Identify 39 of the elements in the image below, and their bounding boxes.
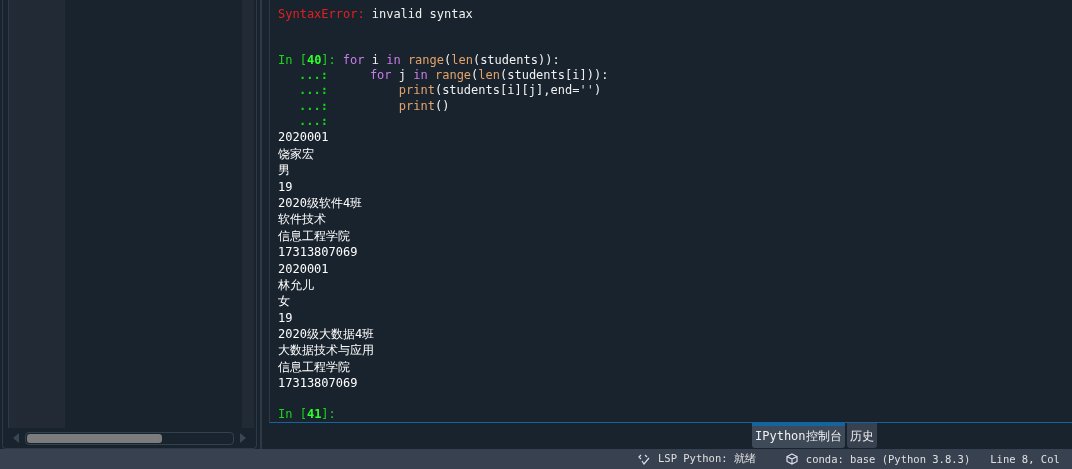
code-line: print(students[i][j],end='') bbox=[397, 83, 602, 99]
output-line: 17313807069 bbox=[278, 375, 358, 392]
output-line: 2020001 bbox=[278, 260, 329, 277]
continuation-prompt: ...: bbox=[298, 83, 329, 99]
code-line: for i in range(len(students)): bbox=[342, 52, 560, 69]
scroll-left-icon[interactable] bbox=[13, 433, 19, 443]
output-line: 17313807069 bbox=[278, 244, 358, 261]
cursor-position: Line 8, Col bbox=[990, 453, 1060, 465]
lsp-status: LSP Python: 就绪 bbox=[658, 452, 756, 466]
code-line: print() bbox=[397, 98, 450, 115]
horizontal-scrollbar[interactable] bbox=[25, 431, 234, 445]
pane-tab[interactable]: 历史 bbox=[846, 423, 877, 449]
output-line: 软件技术 bbox=[278, 211, 326, 228]
continuation-prompt: ...: bbox=[298, 114, 329, 130]
output-line: 19 bbox=[278, 309, 293, 327]
error-message: invalid syntax bbox=[371, 7, 473, 23]
output-line: 2020级软件4班 bbox=[278, 194, 363, 212]
output-line: 大数据技术与应用 bbox=[278, 342, 374, 359]
continuation-prompt: ...: bbox=[298, 68, 329, 84]
output-line: 2020001 bbox=[278, 129, 329, 146]
output-line: 男 bbox=[278, 162, 290, 179]
code-line: for j in range(len(students[i])): bbox=[368, 68, 609, 84]
scroll-right-icon[interactable] bbox=[240, 433, 246, 443]
output-line: 2020级大数据4班 bbox=[278, 326, 375, 343]
output-line: 林允儿 bbox=[278, 276, 314, 294]
output-line: 19 bbox=[278, 178, 293, 195]
output-line: 信息工程学院 bbox=[278, 227, 350, 245]
scrollbar-thumb[interactable] bbox=[27, 433, 163, 443]
pane-tab[interactable]: IPython控制台 bbox=[752, 423, 845, 449]
continuation-prompt: ...: bbox=[298, 98, 329, 115]
error-type: SyntaxError: bbox=[278, 7, 365, 23]
conda-status: conda: base (Python 3.8.3) bbox=[805, 453, 971, 465]
output-line: 饶家宏 bbox=[278, 145, 314, 163]
output-line: 信息工程学院 bbox=[278, 358, 350, 376]
input-prompt: In [40]: bbox=[278, 52, 336, 69]
cube-icon bbox=[785, 453, 798, 465]
check-icon bbox=[638, 453, 650, 465]
output-line: 女 bbox=[278, 293, 290, 310]
input-prompt: In [41]: bbox=[278, 406, 336, 423]
